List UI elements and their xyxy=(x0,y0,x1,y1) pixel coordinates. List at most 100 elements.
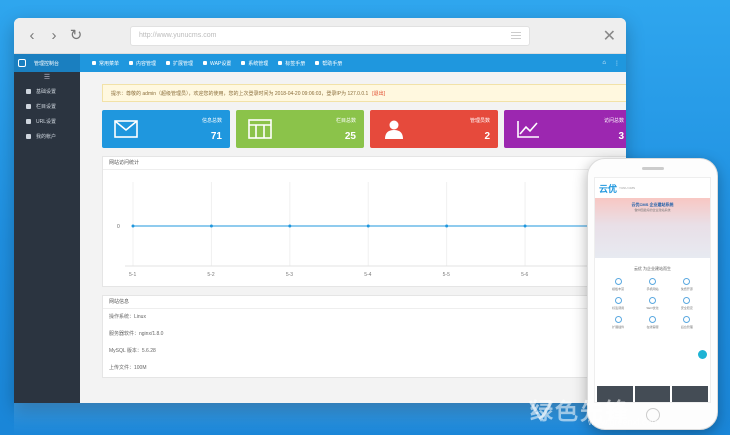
edit-icon xyxy=(129,61,134,65)
home-icon[interactable]: ⌂ xyxy=(602,60,606,67)
traffic-panel: 网站访问统计 05-15-25-35-45-55-65-7 xyxy=(102,156,626,287)
list-icon xyxy=(92,61,96,65)
brand-title: 管理控制台 xyxy=(34,60,60,67)
stat-label: 信息总数 xyxy=(201,118,222,124)
feature-icon xyxy=(648,278,656,285)
x-tick-label: 5-5 xyxy=(443,272,450,278)
brand[interactable]: 管理控制台 xyxy=(14,54,80,72)
feature-icon xyxy=(683,316,691,323)
x-tick-label: 5-1 xyxy=(129,272,136,278)
address-text: http://www.yunucms.com xyxy=(139,32,217,39)
sidebar-item-account[interactable]: 我的帐户 xyxy=(14,129,80,144)
menu-content[interactable]: 内容管理 xyxy=(129,60,156,67)
login-notice: 提示：尊敬的 admin（超级管理员），欢迎您的使用，您的上次登录时间为 201… xyxy=(102,84,626,102)
chat-icon[interactable] xyxy=(698,350,707,359)
data-point[interactable] xyxy=(445,224,449,228)
sidebar-toggle-icon[interactable]: ☰ xyxy=(14,72,80,84)
stat-label: 栏目总数 xyxy=(335,118,356,124)
stat-value: 25 xyxy=(344,131,356,142)
menu-help[interactable]: 帮助手册 xyxy=(315,60,342,67)
stat-cards: 信息总数 71 栏目总数 25 管理员数 2 访问总数 3 xyxy=(102,110,626,148)
traffic-chart-area: 05-15-25-35-45-55-65-7 xyxy=(103,170,626,286)
browser-window: ‹ › ↻ http://www.yunucms.com ✕ 管理控制台 常用菜… xyxy=(14,18,626,403)
more-icon[interactable]: ⋮ xyxy=(614,60,620,67)
feature-item[interactable]: 扩展插件 xyxy=(601,316,635,329)
close-icon[interactable]: ✕ xyxy=(603,26,616,46)
forward-button[interactable]: › xyxy=(46,28,62,43)
notice-text: 提示：尊敬的 admin（超级管理员），欢迎您的使用，您的上次登录时间为 201… xyxy=(111,90,369,97)
menu-wap[interactable]: WAP设置 xyxy=(203,60,231,67)
thumbnail[interactable] xyxy=(672,386,709,402)
main-content: 提示：尊敬的 admin（超级管理员），欢迎您的使用，您的上次登录时间为 201… xyxy=(80,72,626,403)
phone-banner: 云优CMS 企业建站系统 做中国最好的企业建站系统 xyxy=(595,198,710,258)
feature-item[interactable]: 模板丰富 xyxy=(601,278,635,291)
sidebar-item-basic[interactable]: 基础设置 xyxy=(14,84,80,99)
table-icon xyxy=(248,119,272,139)
chart-icon xyxy=(517,121,539,138)
feature-icon xyxy=(683,278,691,285)
address-bar[interactable]: http://www.yunucms.com xyxy=(130,25,530,46)
stat-card-columns[interactable]: 栏目总数 25 xyxy=(236,110,364,148)
sidebar-item-columns[interactable]: 栏目设置 xyxy=(14,99,80,114)
stat-value: 2 xyxy=(484,131,490,142)
info-row-mysql: MySQL 版本：5.6.28 xyxy=(109,348,156,354)
menu-icon[interactable] xyxy=(511,32,521,39)
link-icon xyxy=(26,119,31,124)
sidebar-item-url[interactable]: URL设置 xyxy=(14,114,80,129)
feature-icon xyxy=(614,278,622,285)
data-point[interactable] xyxy=(209,224,213,228)
info-row-os: 操作系统：Linux xyxy=(109,314,146,320)
back-button[interactable]: ‹ xyxy=(24,28,40,43)
x-tick-label: 5-3 xyxy=(286,272,293,278)
data-point[interactable] xyxy=(131,224,135,228)
watermark-url: www.greenxf.com xyxy=(588,417,660,427)
user-icon xyxy=(385,120,403,139)
data-point[interactable] xyxy=(288,224,292,228)
feature-item[interactable]: 免费开源 xyxy=(670,278,704,291)
reload-button[interactable]: ↻ xyxy=(68,28,84,43)
server-info-panel: 网站信息 操作系统：Linux 服务器软件：nginx/1.8.0 MySQL … xyxy=(102,295,626,378)
stat-card-visits[interactable]: 访问总数 3 xyxy=(504,110,626,148)
stat-label: 访问总数 xyxy=(603,118,624,124)
phone-screen: 云优 YUNU CMS 云优CMS 企业建站系统 做中国最好的企业建站系统 云优… xyxy=(594,177,711,403)
browser-chrome: ‹ › ↻ http://www.yunucms.com ✕ xyxy=(14,18,626,54)
user-icon xyxy=(26,134,31,139)
menu-extension[interactable]: 扩展管理 xyxy=(166,60,193,67)
x-tick-label: 5-6 xyxy=(521,272,528,278)
console-icon xyxy=(18,59,26,67)
stat-value: 3 xyxy=(618,131,624,142)
traffic-title: 网站访问统计 xyxy=(103,157,626,170)
stat-card-info[interactable]: 信息总数 71 xyxy=(102,110,230,148)
dollar-icon xyxy=(203,61,208,65)
list-icon xyxy=(26,104,31,109)
help-icon xyxy=(315,61,320,65)
feature-item[interactable]: 后台管理 xyxy=(670,316,704,329)
book-icon xyxy=(278,61,283,65)
x-tick-label: 5-4 xyxy=(364,272,371,278)
info-row-server: 服务器软件：nginx/1.8.0 xyxy=(109,331,164,337)
stat-label: 管理员数 xyxy=(469,118,490,124)
feature-item[interactable]: 在线客服 xyxy=(635,316,669,329)
feature-icon xyxy=(614,316,622,323)
menu-common[interactable]: 常用菜单 xyxy=(92,60,119,67)
phone-logo-sub: YUNU CMS xyxy=(619,186,636,190)
top-navigation: 管理控制台 常用菜单 内容管理 扩展管理 WAP设置 系统管理 标签手册 帮助手… xyxy=(14,54,626,72)
feature-item[interactable]: SEO优化 xyxy=(635,297,669,310)
stat-card-admins[interactable]: 管理员数 2 xyxy=(370,110,498,148)
top-menu: 常用菜单 内容管理 扩展管理 WAP设置 系统管理 标签手册 帮助手册 xyxy=(80,60,342,67)
stat-value: 71 xyxy=(210,131,222,142)
menu-system[interactable]: 系统管理 xyxy=(241,60,268,67)
data-point[interactable] xyxy=(523,224,527,228)
menu-tags[interactable]: 标签手册 xyxy=(278,60,305,67)
feature-item[interactable]: 标签调用 xyxy=(601,297,635,310)
feature-item[interactable]: 安全稳定 xyxy=(670,297,704,310)
feature-icon xyxy=(614,297,622,304)
cogs-icon xyxy=(26,89,31,94)
banner-subtitle: 做中国最好的企业建站系统 xyxy=(634,208,671,212)
grid-icon xyxy=(166,61,171,65)
feature-item[interactable]: 手机网站 xyxy=(635,278,669,291)
y-tick-label: 0 xyxy=(117,224,120,230)
logout-link[interactable]: [退出] xyxy=(372,90,385,97)
data-point[interactable] xyxy=(366,224,370,228)
thumbnail[interactable] xyxy=(634,386,671,402)
